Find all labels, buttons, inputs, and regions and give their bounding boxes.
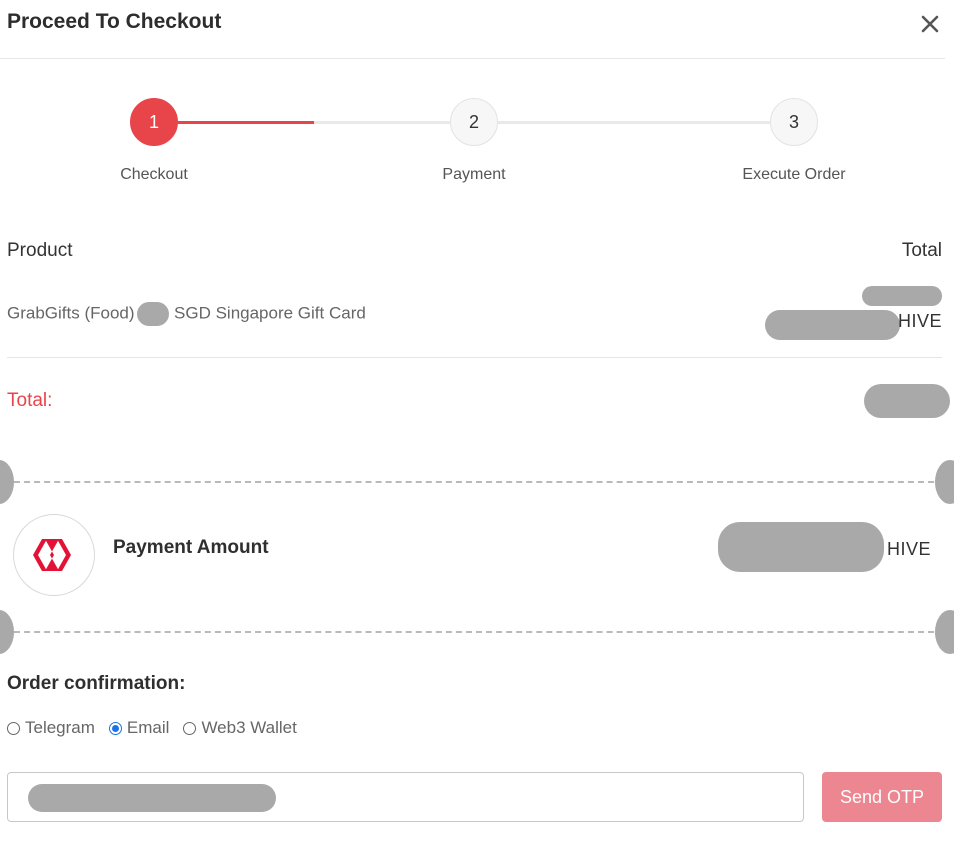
radio-web3-wallet[interactable]: Web3 Wallet <box>183 718 297 738</box>
modal-title: Proceed To Checkout <box>7 10 222 33</box>
product-header: Product <box>7 240 73 261</box>
stepper-progress-bar <box>178 121 314 124</box>
product-name-suffix: SGD Singapore Gift Card <box>174 303 366 323</box>
dashed-divider <box>14 481 934 483</box>
step-3-circle: 3 <box>770 98 818 146</box>
payment-currency: HIVE <box>887 539 932 559</box>
ticket-notch <box>0 610 14 654</box>
product-name: GrabGifts (Food) SGD Singapore Gift Card <box>7 302 366 326</box>
hive-logo-icon <box>33 539 71 571</box>
dashed-divider <box>14 631 934 633</box>
redacted-email <box>28 784 276 812</box>
step-1-circle: 1 <box>130 98 178 146</box>
product-currency: HIVE <box>898 311 943 331</box>
ticket-notch <box>935 610 954 654</box>
redacted-amount <box>137 302 170 326</box>
step-1-label: Checkout <box>120 166 188 183</box>
close-icon[interactable] <box>918 12 942 36</box>
radio-telegram-input[interactable] <box>7 721 20 735</box>
redacted-price <box>765 310 900 340</box>
radio-email-label: Email <box>126 718 170 737</box>
stepper-track <box>498 121 770 124</box>
step-2-label: Payment <box>442 166 506 183</box>
confirmation-options: Telegram Email Web3 Wallet <box>7 718 311 738</box>
product-name-prefix: GrabGifts (Food) <box>7 303 135 323</box>
header-divider <box>0 58 945 59</box>
total-header: Total <box>901 240 942 261</box>
redacted-total <box>864 384 950 418</box>
redacted-payment-amount <box>718 522 884 572</box>
radio-web3-wallet-input[interactable] <box>183 721 197 735</box>
step-2-circle: 2 <box>450 98 498 146</box>
radio-web3-wallet-label: Web3 Wallet <box>201 718 297 737</box>
redacted-price <box>862 286 942 306</box>
step-3-label: Execute Order <box>742 166 846 183</box>
payment-amount-label: Payment Amount <box>113 537 269 558</box>
radio-telegram[interactable]: Telegram <box>7 718 95 738</box>
radio-email[interactable]: Email <box>108 718 170 738</box>
ticket-notch <box>0 460 14 504</box>
radio-telegram-label: Telegram <box>25 718 95 737</box>
ticket-notch <box>935 460 954 504</box>
stepper-track <box>314 121 450 124</box>
radio-email-input[interactable] <box>108 721 122 735</box>
send-otp-button[interactable]: Send OTP <box>822 772 942 822</box>
hive-logo <box>13 514 95 596</box>
table-divider <box>7 357 942 358</box>
total-label: Total: <box>7 390 53 411</box>
order-confirmation-label: Order confirmation: <box>7 673 186 694</box>
